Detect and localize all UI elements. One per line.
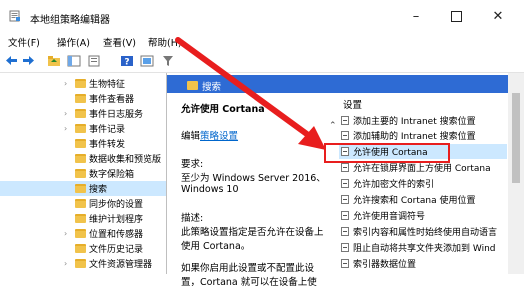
annotation-arrow-icon xyxy=(175,37,326,150)
description-line-4: 置，Cortana 就可以在设备上使 xyxy=(181,277,317,288)
